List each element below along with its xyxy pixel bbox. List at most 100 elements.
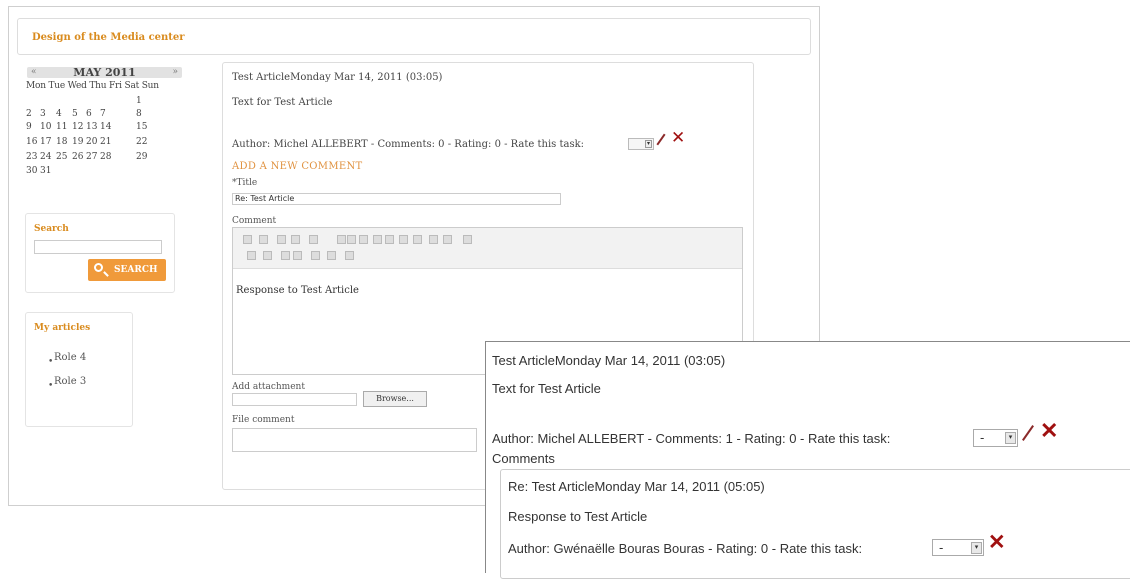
toolbar-button-icon[interactable] (345, 251, 354, 260)
calendar-day[interactable]: 29 (136, 152, 147, 162)
add-comment-heading: ADD A NEW COMMENT (232, 161, 363, 172)
calendar-day[interactable]: 24 (40, 152, 51, 162)
calendar-days-header: Mon Tue Wed Thu Fri Sat Sun (26, 81, 159, 91)
calendar-day[interactable]: 26 (72, 152, 83, 162)
rate-select[interactable]: ▾ (628, 138, 654, 150)
calendar-day[interactable]: 1 (136, 96, 142, 106)
calendar-header: « MAY 2011 » (27, 66, 182, 79)
toolbar-button-icon[interactable] (293, 251, 302, 260)
toolbar-button-icon[interactable] (373, 235, 382, 244)
comment-title: Re: Test ArticleMonday Mar 14, 2011 (05:… (508, 479, 765, 494)
delete-icon[interactable]: ✕ (1040, 418, 1058, 444)
calendar-day[interactable]: 21 (100, 137, 111, 147)
toolbar-button-icon[interactable] (413, 235, 422, 244)
calendar-day[interactable]: 14 (100, 122, 111, 132)
toolbar-button-icon[interactable] (327, 251, 336, 260)
comment-label: Comment (232, 216, 277, 226)
editor-text: Response to Test Article (236, 285, 359, 296)
toolbar-button-icon[interactable] (281, 251, 290, 260)
browse-button[interactable]: Browse... (363, 391, 427, 407)
calendar-day[interactable]: 12 (72, 122, 83, 132)
article-body: Text for Test Article (232, 97, 333, 108)
file-comment-label: File comment (232, 415, 295, 425)
toolbar-button-icon[interactable] (337, 235, 346, 244)
edit-icon[interactable] (656, 133, 666, 146)
calendar-day[interactable]: 23 (26, 152, 37, 162)
overlay-article-body: Text for Test Article (492, 381, 601, 396)
toolbar-button-icon[interactable] (259, 235, 268, 244)
toolbar-button-icon[interactable] (247, 251, 256, 260)
calendar-day[interactable]: 16 (26, 137, 37, 147)
rate-select[interactable]: - ▾ (973, 429, 1018, 447)
calendar-day[interactable]: 10 (40, 122, 51, 132)
comments-label: Comments (492, 451, 555, 466)
toolbar-button-icon[interactable] (311, 251, 320, 260)
toolbar-button-icon[interactable] (243, 235, 252, 244)
toolbar-button-icon[interactable] (277, 235, 286, 244)
article-link-role-4[interactable]: • Role 4 (48, 352, 94, 368)
search-input[interactable] (34, 240, 162, 254)
calendar-day[interactable]: 17 (40, 137, 51, 147)
toolbar-button-icon[interactable] (385, 235, 394, 244)
article-link-role-3[interactable]: • Role 3 (48, 376, 94, 392)
toolbar-button-icon[interactable] (463, 235, 472, 244)
comment-body: Response to Test Article (508, 509, 648, 524)
article-link-label: Role 3 (54, 376, 87, 387)
calendar-day[interactable]: 30 (26, 166, 37, 176)
edit-icon[interactable] (1022, 425, 1034, 441)
calendar-day[interactable]: 6 (86, 109, 92, 119)
calendar-day[interactable]: 9 (26, 122, 32, 132)
site-title[interactable]: Design of the Media center (32, 32, 185, 43)
file-comment-input[interactable] (232, 428, 477, 452)
comment-meta: Author: Gwénaëlle Bouras Bouras - Rating… (508, 541, 863, 556)
toolbar-button-icon[interactable] (359, 235, 368, 244)
attachment-input[interactable] (232, 393, 357, 406)
calendar-next-button[interactable]: » (172, 67, 178, 77)
title-label: *Title (232, 178, 258, 188)
calendar-day[interactable]: 8 (136, 109, 142, 119)
search-box: Search SEARCH (25, 213, 175, 293)
delete-icon[interactable]: ✕ (988, 530, 1006, 555)
bullet-icon: • (48, 381, 54, 391)
search-label: Search (34, 224, 69, 234)
calendar-day[interactable]: 28 (100, 152, 111, 162)
toolbar-button-icon[interactable] (347, 235, 356, 244)
calendar-day[interactable]: 4 (56, 109, 62, 119)
toolbar-button-icon[interactable] (399, 235, 408, 244)
toolbar-button-icon[interactable] (443, 235, 452, 244)
calendar-day[interactable]: 25 (56, 152, 67, 162)
chevron-down-icon: ▾ (1005, 432, 1016, 444)
toolbar-button-icon[interactable] (309, 235, 318, 244)
chevron-down-icon: ▾ (645, 140, 652, 148)
comment-rate-select[interactable]: - ▾ (932, 539, 984, 556)
calendar-day[interactable]: 27 (86, 152, 97, 162)
overlay-article-meta: Author: Michel ALLEBERT - Comments: 1 - … (492, 431, 891, 446)
toolbar-button-icon[interactable] (429, 235, 438, 244)
calendar-day[interactable]: 5 (72, 109, 78, 119)
calendar-day[interactable]: 3 (40, 109, 46, 119)
toolbar-button-icon[interactable] (291, 235, 300, 244)
chevron-down-icon: ▾ (971, 542, 982, 554)
calendar-day[interactable]: 7 (100, 109, 106, 119)
calendar-day[interactable]: 31 (40, 166, 51, 176)
calendar-day[interactable]: 22 (136, 137, 147, 147)
calendar-day[interactable]: 19 (72, 137, 83, 147)
article-link-label: Role 4 (54, 352, 87, 363)
toolbar-button-icon[interactable] (263, 251, 272, 260)
search-button[interactable]: SEARCH (88, 259, 166, 281)
calendar-day[interactable]: 13 (86, 122, 97, 132)
calendar-day[interactable]: 18 (56, 137, 67, 147)
bullet-icon: • (48, 357, 54, 367)
delete-icon[interactable]: ✕ (671, 128, 685, 148)
editor-toolbar (233, 228, 742, 269)
calendar-day[interactable]: 15 (136, 122, 147, 132)
title-input[interactable]: Re: Test Article (232, 193, 561, 205)
calendar-day[interactable]: 20 (86, 137, 97, 147)
search-button-label: SEARCH (114, 265, 158, 275)
calendar-title: MAY 2011 (73, 66, 136, 79)
calendar-day[interactable]: 11 (56, 122, 67, 132)
overlay-article-title: Test ArticleMonday Mar 14, 2011 (03:05) (492, 353, 726, 368)
calendar-day[interactable]: 2 (26, 109, 32, 119)
site-header: Design of the Media center (17, 18, 811, 55)
article-title: Test ArticleMonday Mar 14, 2011 (03:05) (232, 72, 443, 83)
